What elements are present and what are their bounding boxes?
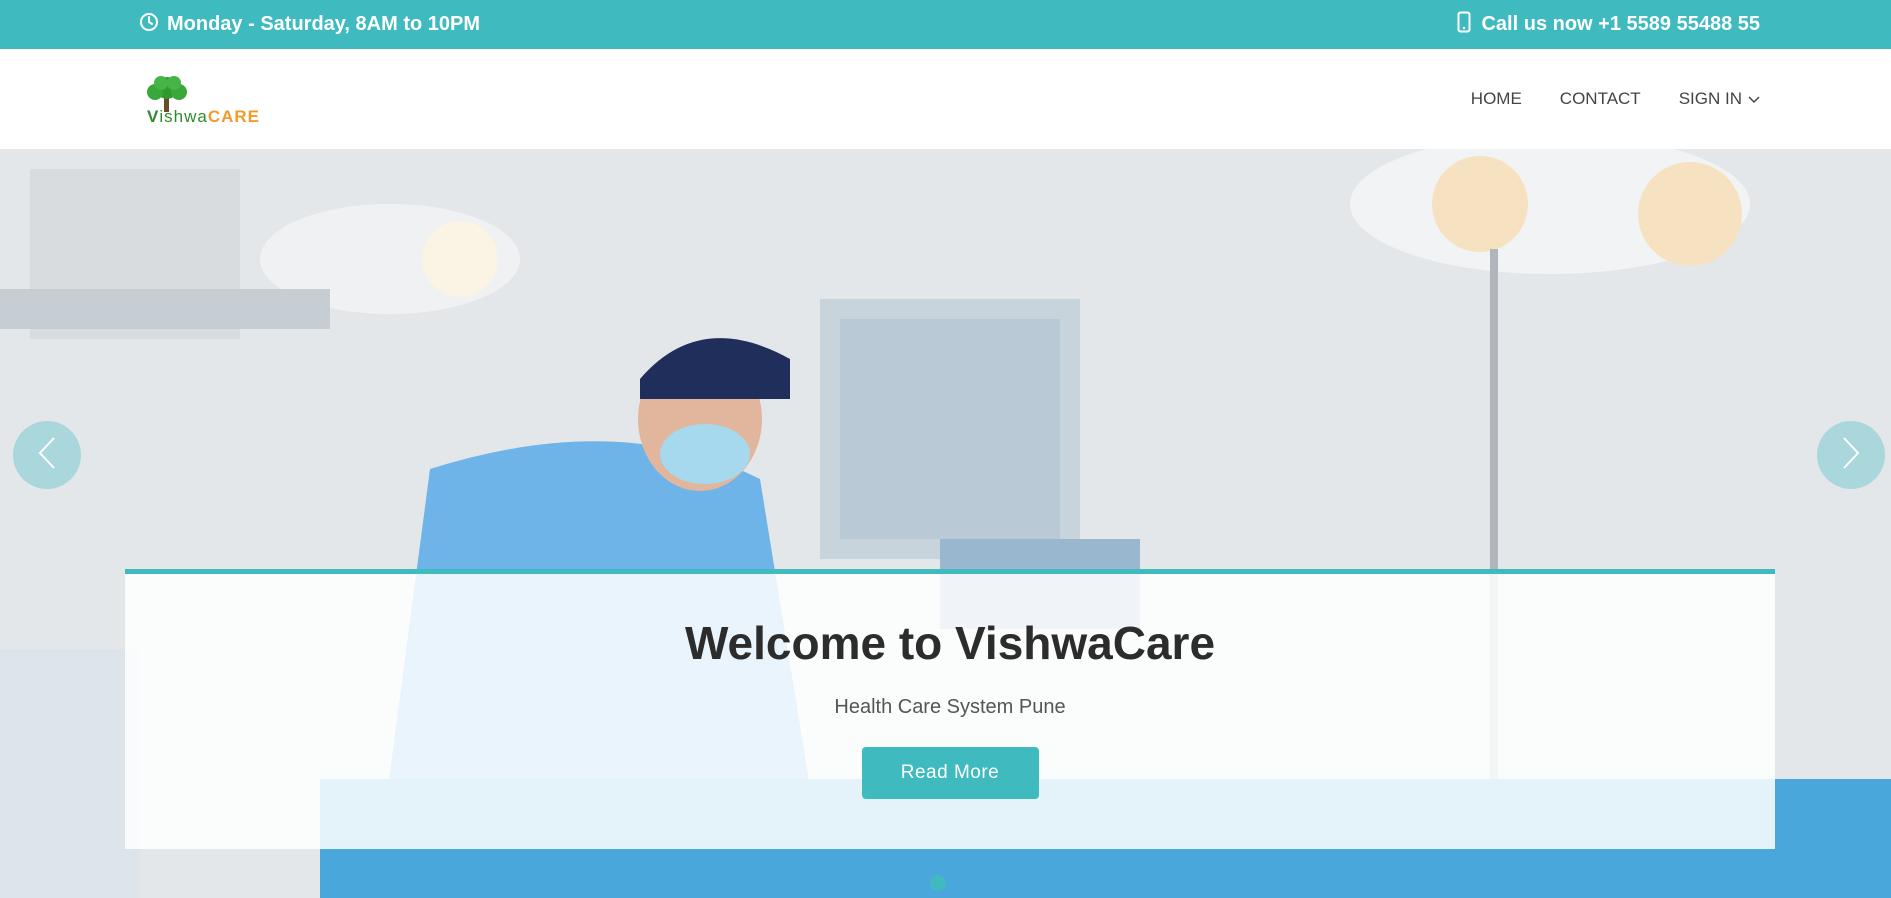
logo-shwa: ishwa — [159, 107, 208, 126]
hero-title: Welcome to VishwaCare — [684, 617, 1216, 669]
clock-icon — [139, 12, 159, 38]
site-header: VishwaCARE HOME CONTACT SIGN IN — [0, 49, 1891, 149]
logo-care: CARE — [207, 107, 260, 126]
hero-carousel: Welcome to VishwaCare Health Care System… — [0, 149, 1891, 898]
call-info: Call us now +1 5589 55488 55 — [1457, 0, 1760, 49]
top-info-bar: Monday - Saturday, 8AM to 10PM Call us n… — [0, 0, 1891, 49]
nav-sign-in[interactable]: SIGN IN — [1679, 89, 1760, 109]
carousel-prev-button[interactable] — [13, 421, 81, 489]
vishwacare-logo[interactable]: VishwaCARE — [141, 74, 271, 129]
main-nav: HOME CONTACT SIGN IN — [1471, 49, 1760, 149]
business-hours: Monday - Saturday, 8AM to 10PM — [139, 0, 480, 49]
nav-sign-in-label: SIGN IN — [1678, 89, 1742, 108]
nav-home-label: HOME — [1470, 89, 1522, 108]
nav-contact[interactable]: CONTACT — [1560, 89, 1641, 109]
chevron-right-icon — [1841, 436, 1861, 475]
logo-v: V — [147, 107, 160, 126]
chevron-left-icon — [37, 436, 57, 475]
hours-text: Monday - Saturday, 8AM to 10PM — [167, 13, 481, 35]
logo-text: VishwaCARE — [147, 107, 260, 127]
nav-home[interactable]: HOME — [1471, 89, 1522, 109]
hero-caption-box: Welcome to VishwaCare Health Care System… — [125, 569, 1775, 849]
hero-subtitle: Health Care System Pune — [834, 696, 1066, 718]
call-text[interactable]: Call us now +1 5589 55488 55 — [1481, 13, 1760, 36]
nav-contact-label: CONTACT — [1559, 89, 1641, 108]
read-more-button[interactable]: Read More — [861, 747, 1039, 799]
chevron-down-icon — [1748, 89, 1760, 109]
carousel-indicator-active[interactable] — [930, 875, 946, 891]
phone-icon — [1457, 11, 1471, 39]
carousel-next-button[interactable] — [1817, 421, 1885, 489]
